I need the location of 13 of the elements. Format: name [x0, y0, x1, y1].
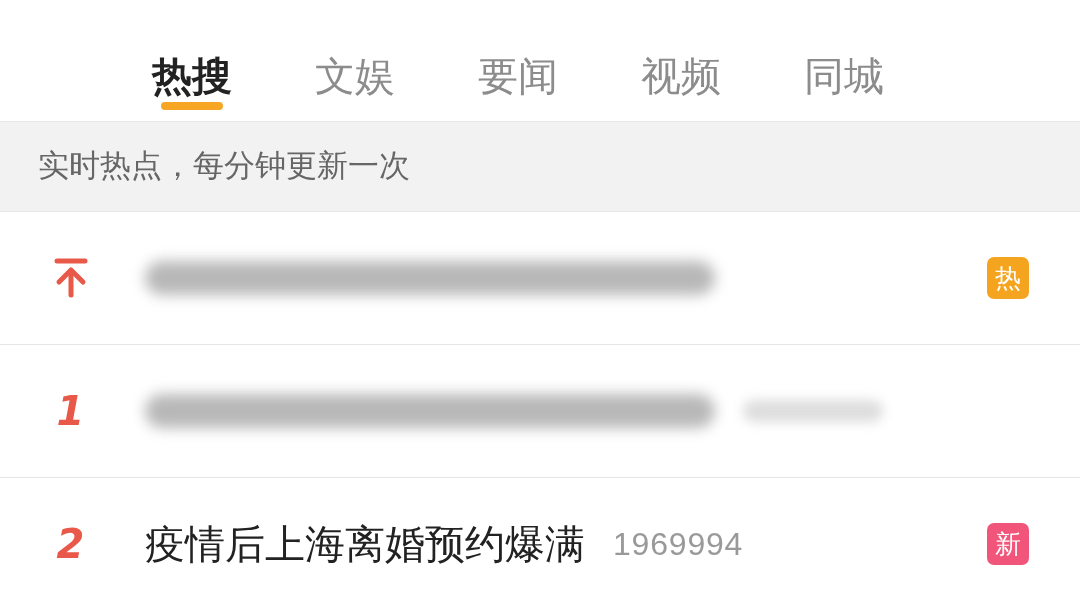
heat-count: 1969994 — [613, 525, 744, 564]
tab[interactable]: 视频 — [641, 0, 721, 116]
topic-title[interactable]: 疫情后上海离婚预约爆满 — [145, 514, 585, 574]
topic-badge: 热 — [987, 257, 1029, 299]
tab[interactable]: 文娱 — [315, 0, 395, 116]
rank-number: 2 — [56, 520, 85, 569]
tab[interactable]: 热搜 — [152, 0, 232, 116]
update-notice: 实时热点，每分钟更新一次 — [38, 147, 410, 186]
tab[interactable]: 同城 — [804, 0, 884, 116]
pin-to-top-icon — [53, 258, 88, 298]
tab[interactable]: 要闻 — [478, 0, 558, 116]
topic-badge: 新 — [987, 523, 1029, 565]
rank-number: 1 — [56, 387, 85, 436]
